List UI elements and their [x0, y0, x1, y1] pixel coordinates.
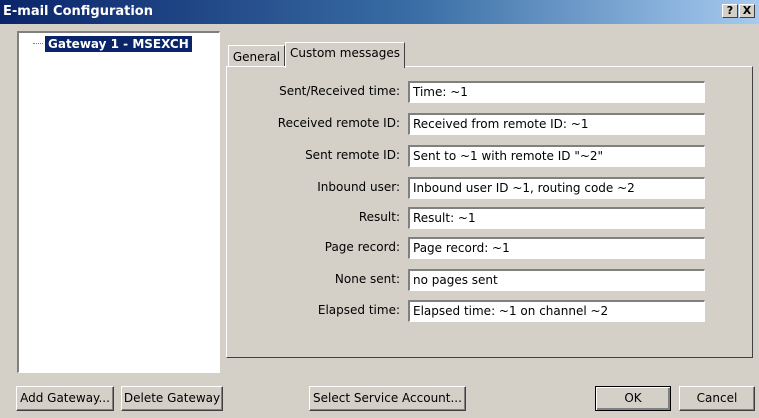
select-service-account-button[interactable]: Select Service Account... [309, 386, 466, 411]
sent-received-time-field[interactable]: Time: ~1 [408, 81, 705, 103]
received-remote-id-field[interactable]: Received from remote ID: ~1 [408, 113, 705, 135]
close-button[interactable]: X [739, 4, 755, 18]
label-none-sent: None sent: [334, 272, 400, 286]
label-elapsed-time: Elapsed time: [317, 303, 400, 317]
sent-remote-id-field[interactable]: Sent to ~1 with remote ID "~2" [408, 145, 705, 167]
tree-connector-line [33, 43, 43, 44]
gateway-tree[interactable]: Gateway 1 - MSEXCH [17, 31, 220, 373]
tree-item-gateway-1[interactable]: Gateway 1 - MSEXCH [45, 36, 192, 52]
inbound-user-field[interactable]: Inbound user ID ~1, routing code ~2 [408, 177, 705, 199]
title-bar: E-mail Configuration ? X [0, 0, 759, 24]
cancel-button[interactable]: Cancel [679, 386, 755, 411]
ok-button[interactable]: OK [595, 386, 671, 411]
elapsed-time-field[interactable]: Elapsed time: ~1 on channel ~2 [408, 300, 705, 322]
label-inbound-user: Inbound user: [317, 180, 400, 194]
label-sent-remote-id: Sent remote ID: [305, 148, 400, 162]
tab-custom-messages[interactable]: Custom messages [285, 42, 405, 68]
window-title: E-mail Configuration [3, 4, 153, 19]
tab-general[interactable]: General [228, 45, 285, 66]
result-field[interactable]: Result: ~1 [408, 207, 705, 229]
none-sent-field[interactable]: no pages sent [408, 269, 705, 291]
label-page-record: Page record: [324, 240, 400, 254]
delete-gateway-button[interactable]: Delete Gateway [121, 386, 223, 411]
add-gateway-button[interactable]: Add Gateway... [16, 386, 114, 411]
label-received-remote-id: Received remote ID: [277, 116, 400, 130]
label-result: Result: [358, 210, 400, 224]
label-sent-received-time: Sent/Received time: [279, 84, 400, 98]
help-button[interactable]: ? [722, 4, 738, 18]
page-record-field[interactable]: Page record: ~1 [408, 237, 705, 259]
